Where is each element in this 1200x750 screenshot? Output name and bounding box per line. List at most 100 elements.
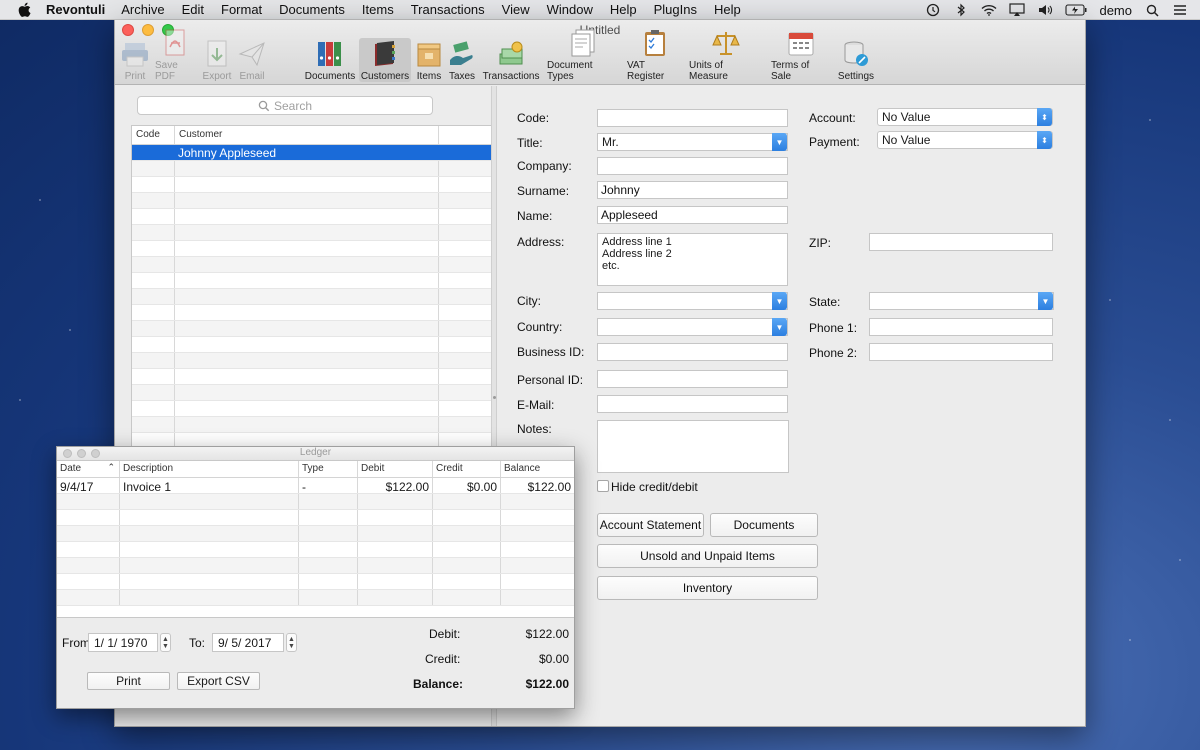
to-date-stepper[interactable]: ▲ ▼: [286, 633, 297, 652]
ledger-close-button[interactable]: [63, 449, 72, 458]
bluetooth-icon[interactable]: [953, 3, 969, 17]
apple-icon[interactable]: [18, 2, 32, 18]
business-id-label: Business ID:: [517, 345, 585, 359]
address-textarea[interactable]: Address line 1 Address line 2 etc.: [597, 233, 788, 286]
customers-tool-button[interactable]: Customers: [359, 38, 411, 82]
column-header-credit[interactable]: Credit: [433, 461, 501, 477]
from-date-stepper[interactable]: ▲ ▼: [160, 633, 171, 652]
menu-archive[interactable]: Archive: [121, 2, 164, 17]
search-input[interactable]: Search: [137, 96, 433, 115]
paper-plane-icon: [237, 40, 267, 68]
ledger-minimize-button[interactable]: [77, 449, 86, 458]
email-field[interactable]: [597, 395, 788, 413]
document-stack-icon: [568, 29, 598, 57]
transactions-tool-button[interactable]: Transactions: [481, 38, 541, 82]
column-header-balance[interactable]: Balance: [501, 461, 574, 477]
phone1-field[interactable]: [869, 318, 1053, 336]
empty-table-row: [132, 385, 492, 401]
code-field[interactable]: [597, 109, 788, 127]
taxes-tool-button[interactable]: Taxes: [447, 38, 477, 82]
airplay-icon[interactable]: [1009, 3, 1026, 17]
menu-app-name[interactable]: Revontuli: [46, 2, 105, 17]
title-select[interactable]: Mr. ▼: [597, 133, 788, 151]
volume-icon[interactable]: [1037, 3, 1053, 17]
time-machine-icon[interactable]: [925, 3, 941, 17]
menu-view[interactable]: View: [502, 2, 530, 17]
table-row[interactable]: 9/4/17 Invoice 1 - $122.00 $0.00 $122.00: [57, 478, 574, 494]
document-types-tool-label: Document Types: [547, 60, 593, 82]
save-pdf-tool-button[interactable]: Save PDF: [153, 29, 197, 82]
notes-textarea[interactable]: [597, 420, 789, 473]
vat-register-tool-button[interactable]: VAT Register: [625, 30, 685, 82]
battery-icon[interactable]: [1065, 3, 1087, 17]
menu-plugins[interactable]: PlugIns: [654, 2, 697, 17]
print-tool-button[interactable]: Print: [119, 38, 151, 82]
unsold-unpaid-items-button[interactable]: Unsold and Unpaid Items: [597, 544, 818, 568]
vat-register-tool-label: VAT Register: [627, 60, 665, 82]
column-header-debit[interactable]: Debit: [358, 461, 433, 477]
chevron-down-icon: ▼: [288, 642, 295, 650]
menu-help-2[interactable]: Help: [714, 2, 741, 17]
column-header-customer[interactable]: Customer: [175, 126, 439, 144]
items-tool-button[interactable]: Items: [413, 38, 445, 82]
account-statement-button[interactable]: Account Statement: [597, 513, 704, 537]
ledger-zoom-button[interactable]: [91, 449, 100, 458]
phone2-label: Phone 2:: [809, 346, 858, 360]
column-header-code[interactable]: Code: [132, 126, 175, 144]
personal-id-field[interactable]: [597, 370, 788, 388]
column-header-description[interactable]: Description: [120, 461, 299, 477]
city-select[interactable]: ▼: [597, 292, 788, 310]
hide-credit-debit-checkbox[interactable]: [597, 480, 609, 492]
from-date-field[interactable]: 1/ 1/ 1970: [88, 633, 158, 652]
title-label: Title:: [517, 136, 543, 150]
taxes-tool-label: Taxes: [448, 71, 476, 82]
units-of-measure-tool-button[interactable]: Units of Measure: [687, 32, 765, 82]
documents-button[interactable]: Documents: [710, 513, 818, 537]
settings-tool-button[interactable]: Settings: [835, 38, 877, 82]
menu-help[interactable]: Help: [610, 2, 637, 17]
email-tool-button[interactable]: Email: [237, 38, 267, 82]
business-id-field[interactable]: [597, 343, 788, 361]
user-name[interactable]: demo: [1099, 3, 1132, 18]
ledger-title: Ledger: [299, 447, 332, 458]
clipboard-icon: [640, 29, 670, 57]
state-select[interactable]: ▼: [869, 292, 1054, 310]
export-csv-button[interactable]: Export CSV: [177, 672, 260, 690]
menu-edit[interactable]: Edit: [182, 2, 204, 17]
menu-documents[interactable]: Documents: [279, 2, 345, 17]
country-select[interactable]: ▼: [597, 318, 788, 336]
save-pdf-tool-label: Save PDF: [155, 60, 178, 82]
hide-credit-debit-label: Hide credit/debit: [611, 480, 698, 494]
payment-select[interactable]: No Value ⬍: [877, 131, 1053, 149]
print-button[interactable]: Print: [87, 672, 170, 690]
account-select[interactable]: No Value ⬍: [877, 108, 1053, 126]
menu-icon[interactable]: [1172, 3, 1188, 17]
name-field[interactable]: Appleseed: [597, 206, 788, 224]
search-icon[interactable]: [1144, 3, 1160, 17]
inventory-button[interactable]: Inventory: [597, 576, 818, 600]
terms-of-sale-tool-button[interactable]: Terms of Sale: [769, 32, 833, 82]
menu-window[interactable]: Window: [547, 2, 593, 17]
column-header-type[interactable]: Type: [299, 461, 358, 477]
surname-field[interactable]: Johnny: [597, 181, 788, 199]
to-date-field[interactable]: 9/ 5/ 2017: [212, 633, 284, 652]
documents-tool-button[interactable]: Documents: [303, 38, 357, 82]
table-row[interactable]: Johnny Appleseed: [132, 145, 492, 161]
zip-field[interactable]: [869, 233, 1053, 251]
email-tool-label: Email: [239, 71, 265, 82]
menu-transactions[interactable]: Transactions: [411, 2, 485, 17]
menu-bar: Revontuli Archive Edit Format Documents …: [0, 0, 1200, 20]
column-header-date[interactable]: Date ⌃: [57, 461, 120, 477]
document-types-tool-button[interactable]: Document Types: [545, 29, 621, 82]
wifi-icon[interactable]: [981, 3, 997, 17]
menu-format[interactable]: Format: [221, 2, 262, 17]
chevron-down-icon: ▼: [772, 133, 787, 151]
chevron-down-icon: ▼: [772, 292, 787, 310]
phone2-field[interactable]: [869, 343, 1053, 361]
empty-table-row: [132, 161, 492, 177]
customers-tool-label: Customers: [360, 71, 410, 82]
menu-items[interactable]: Items: [362, 2, 394, 17]
export-tool-button[interactable]: Export: [201, 38, 233, 82]
empty-table-row: [132, 177, 492, 193]
company-field[interactable]: [597, 157, 788, 175]
